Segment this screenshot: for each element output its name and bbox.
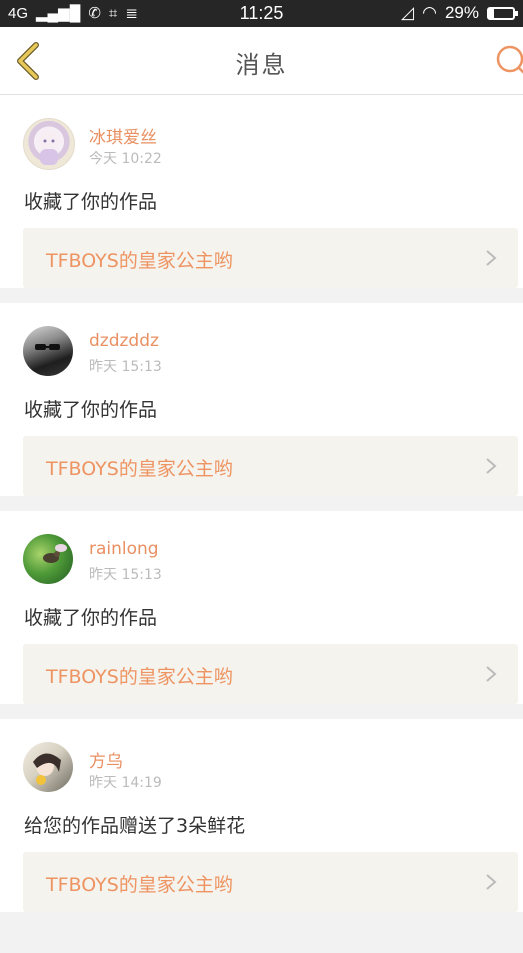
battery-icon — [487, 6, 518, 20]
message-card: dzdzddz 昨天 15:13 收藏了你的作品 TFBOYS的皇家公主哟 — [0, 303, 523, 496]
wifi-icon: ◠ — [422, 3, 437, 22]
search-icon — [496, 45, 523, 74]
message-time: 昨天 15:13 — [89, 567, 162, 583]
message-text: 收藏了你的作品 — [24, 607, 158, 629]
work-link[interactable]: TFBOYS的皇家公主哟 — [23, 436, 518, 496]
user-name[interactable]: 冰琪爱丝 — [89, 123, 157, 148]
avatar[interactable] — [23, 118, 75, 170]
work-title: TFBOYS的皇家公主哟 — [46, 250, 233, 272]
message-card: 冰琪爱丝 今天 10:22 收藏了你的作品 TFBOYS的皇家公主哟 — [0, 95, 523, 288]
work-link[interactable]: TFBOYS的皇家公主哟 — [23, 852, 518, 912]
battery-percent: 29% — [444, 3, 479, 22]
avatar[interactable] — [23, 326, 73, 376]
search-button[interactable] — [493, 43, 523, 79]
message-card: rainlong 昨天 15:13 收藏了你的作品 TFBOYS的皇家公主哟 — [0, 511, 523, 704]
chevron-right-icon — [486, 458, 497, 474]
chevron-right-icon — [486, 666, 497, 682]
message-list: 冰琪爱丝 今天 10:22 收藏了你的作品 TFBOYS的皇家公主哟 dzdzd… — [0, 95, 523, 927]
message-text: 收藏了你的作品 — [24, 399, 158, 421]
navigation-bar: 消息 — [0, 27, 523, 95]
message-text: 收藏了你的作品 — [24, 191, 158, 213]
message-time: 今天 10:22 — [89, 151, 162, 167]
work-title: TFBOYS的皇家公主哟 — [46, 874, 233, 896]
status-right: ◿ ◠ 29% — [401, 3, 518, 23]
chevron-right-icon — [486, 874, 497, 890]
status-bar: 4G ▂▄▆█ ✆ ⌗ ≣ 11:25 ◿ ◠ 29% — [0, 0, 523, 27]
user-name[interactable]: dzdzddz — [89, 331, 159, 351]
user-name[interactable]: rainlong — [89, 539, 159, 559]
user-name[interactable]: 方乌 — [89, 747, 123, 772]
mute-icon: ◿ — [401, 3, 415, 22]
message-time: 昨天 15:13 — [89, 359, 162, 375]
message-time: 昨天 14:19 — [89, 775, 162, 791]
work-link[interactable]: TFBOYS的皇家公主哟 — [23, 228, 518, 288]
chevron-right-icon — [486, 250, 497, 266]
avatar[interactable] — [23, 742, 73, 792]
message-card: 方乌 昨天 14:19 给您的作品赠送了3朵鲜花 TFBOYS的皇家公主哟 — [0, 719, 523, 912]
avatar[interactable] — [23, 534, 73, 584]
page-title: 消息 — [235, 51, 288, 79]
work-title: TFBOYS的皇家公主哟 — [46, 458, 233, 480]
work-title: TFBOYS的皇家公主哟 — [46, 666, 233, 688]
message-text: 给您的作品赠送了3朵鲜花 — [24, 815, 246, 837]
work-link[interactable]: TFBOYS的皇家公主哟 — [23, 644, 518, 704]
